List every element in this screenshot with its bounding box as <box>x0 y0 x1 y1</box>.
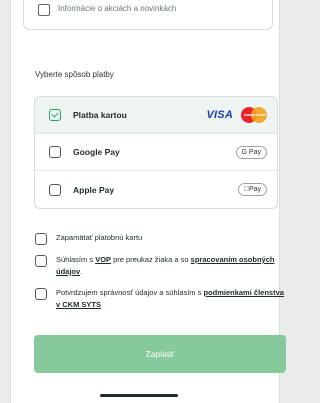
home-indicator <box>100 394 178 397</box>
mastercard-logo: mastercard <box>241 107 267 123</box>
remember-card-checkbox[interactable] <box>35 233 47 245</box>
google-pay-label: Google Pay <box>73 147 120 157</box>
vop-consent-checkbox[interactable] <box>35 255 47 267</box>
apple-pay-logo: Pay <box>237 183 267 196</box>
newsletter-checkbox-row[interactable]: Informácie o akciách a novinkách <box>23 0 273 30</box>
vop-consent-label: Súhlasím s VOP pre preukaz žiaka a so sp… <box>56 255 275 276</box>
card-option-label: Platba kartou <box>73 110 127 120</box>
newsletter-checkbox[interactable] <box>38 3 50 16</box>
pay-button[interactable]: Zaplatiť <box>34 335 286 373</box>
payment-option-apple-pay[interactable]: Apple Pay Pay <box>35 171 277 208</box>
payment-option-google-pay[interactable]: Google Pay G Pay <box>35 134 277 171</box>
apple-pay-label: Apple Pay <box>73 184 115 195</box>
membership-consent-checkbox[interactable] <box>35 288 47 300</box>
payment-option-card[interactable]: Platba kartou VISA mastercard <box>35 97 277 134</box>
membership-consent-row[interactable]: Potvrdzujem správnosť údajov a súhlasím … <box>35 287 287 311</box>
visa-logo: VISA <box>206 109 233 121</box>
remember-card-label: Zapamätať platobnú kartu <box>56 233 143 242</box>
google-pay-logo: G Pay <box>235 145 267 159</box>
membership-consent-label: Potvrdzujem správnosť údajov a súhlasím … <box>56 288 284 309</box>
newsletter-checkbox-label: Informácie o akciách a novinkách <box>58 4 177 13</box>
payment-method-list: Platba kartou VISA mastercard Google Pay… <box>34 96 278 209</box>
remember-card-row[interactable]: Zapamätať platobnú kartu <box>35 232 287 245</box>
vop-link[interactable]: VOP <box>95 255 111 264</box>
consent-checkboxes: Zapamätať platobnú kartu Súhlasím s VOP … <box>35 232 287 320</box>
google-pay-checkbox[interactable] <box>49 146 61 158</box>
vop-consent-row[interactable]: Súhlasím s VOP pre preukaz žiaka a so sp… <box>35 254 287 278</box>
apple-pay-checkbox[interactable] <box>49 183 61 196</box>
card-option-checkbox[interactable] <box>49 109 61 121</box>
payment-sheet: Informácie o akciách a novinkách Vyberte… <box>10 0 286 403</box>
payment-section-label: Vyberte spôsob platby <box>35 70 114 79</box>
